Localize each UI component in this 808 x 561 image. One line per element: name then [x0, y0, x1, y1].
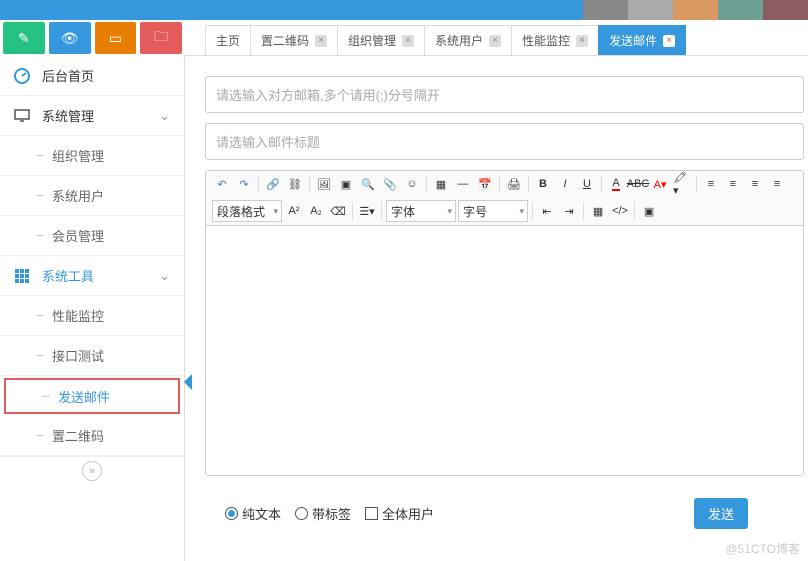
indent-icon[interactable]: ⇤ — [537, 201, 557, 221]
theme-swatch[interactable] — [673, 0, 718, 20]
chevron-right-icon: » — [82, 461, 102, 481]
book-icon: ▭ — [107, 30, 123, 46]
list-ol-icon[interactable]: ☰▾ — [357, 201, 377, 221]
emoji-icon[interactable]: ☺ — [402, 174, 422, 194]
fontcolor-icon[interactable]: A — [606, 174, 626, 194]
close-icon[interactable]: × — [315, 35, 327, 47]
fontsize-select[interactable]: 字号 — [458, 200, 528, 222]
radio-icon — [225, 507, 238, 520]
align-center-icon[interactable]: ≡ — [723, 174, 743, 194]
sidebar-item-sendmail[interactable]: 发送邮件 — [4, 378, 180, 414]
subject-input[interactable]: 请选输入邮件标题 — [205, 123, 804, 160]
table2-icon[interactable]: ▦ — [588, 201, 608, 221]
attach-icon[interactable]: 📎 — [380, 174, 400, 194]
checkbox-icon — [365, 507, 378, 520]
sidebar-item-apitest[interactable]: 接口测试 — [0, 336, 184, 376]
action-edit-button[interactable]: ✎ — [3, 22, 45, 54]
watermark: @51CTO博客 — [725, 540, 800, 557]
tab-users[interactable]: 系统用户× — [424, 25, 512, 55]
unlink-icon[interactable]: ⛓ — [285, 174, 305, 194]
strike-icon[interactable]: ABC — [628, 174, 648, 194]
radio-tag[interactable]: 带标签 — [295, 504, 351, 523]
video-icon[interactable]: ▣ — [336, 174, 356, 194]
tab-sendmail[interactable]: 发送邮件× — [598, 25, 686, 55]
sidebar-collapse-button[interactable]: » — [0, 456, 184, 484]
tab-org[interactable]: 组织管理× — [337, 25, 425, 55]
bold-icon[interactable]: B — [533, 174, 553, 194]
align-left-icon[interactable]: ≡ — [701, 174, 721, 194]
sidebar-label: 后台首页 — [42, 66, 94, 85]
sidebar-item-perf[interactable]: 性能监控 — [0, 296, 184, 336]
align-justify-icon[interactable]: ≡ — [767, 174, 787, 194]
chevron-down-icon: ⌄ — [159, 268, 170, 284]
close-icon[interactable]: × — [489, 35, 501, 47]
sidebar-label: 系统管理 — [42, 106, 94, 125]
underline-icon[interactable]: U — [577, 174, 597, 194]
monitor-icon — [14, 108, 30, 124]
bgcolor-icon[interactable]: 🖍▾ — [672, 174, 692, 194]
tab-perf[interactable]: 性能监控× — [511, 25, 599, 55]
tab-home[interactable]: 主页 — [205, 25, 251, 55]
clear-icon[interactable]: ⌫ — [328, 201, 348, 221]
sub-icon[interactable]: A₂ — [306, 201, 326, 221]
editor-toolbar: ↶ ↷ 🔗 ⛓ 🖼 ▣ 🔍 📎 ☺ ▦ — 📅 🖨 — [206, 171, 803, 226]
radio-icon — [295, 507, 308, 520]
hr-icon[interactable]: — — [453, 174, 473, 194]
date-icon[interactable]: 📅 — [475, 174, 495, 194]
eye-icon: 👁 — [62, 30, 78, 46]
checkbox-allusers[interactable]: 全体用户 — [365, 504, 434, 523]
rich-editor: ↶ ↷ 🔗 ⛓ 🖼 ▣ 🔍 📎 ☺ ▦ — 📅 🖨 — [205, 170, 804, 476]
align-right-icon[interactable]: ≡ — [745, 174, 765, 194]
table-icon[interactable]: ▦ — [431, 174, 451, 194]
template-icon[interactable]: ▣ — [639, 201, 659, 221]
dashboard-icon — [14, 68, 30, 84]
pencil-icon: ✎ — [16, 30, 32, 46]
theme-swatch[interactable] — [718, 0, 763, 20]
outdent-icon[interactable]: ⇥ — [559, 201, 579, 221]
sidebar-item-qrcode[interactable]: 置二维码 — [0, 416, 184, 456]
fontcolor2-icon[interactable]: A▾ — [650, 174, 670, 194]
font-select[interactable]: 字体 — [386, 200, 456, 222]
sidebar-item-sysmgmt[interactable]: 系统管理 ⌄ — [0, 96, 184, 136]
send-button[interactable]: 发送 — [694, 498, 748, 529]
undo-icon[interactable]: ↶ — [212, 174, 232, 194]
image-icon[interactable]: 🖼 — [314, 174, 334, 194]
sidebar-item-org[interactable]: 组织管理 — [0, 136, 184, 176]
chevron-down-icon: ⌄ — [159, 108, 170, 124]
action-book-button[interactable]: ▭ — [95, 22, 137, 54]
close-icon[interactable]: × — [663, 35, 675, 47]
sidebar-item-systools[interactable]: 系统工具 ⌄ — [0, 256, 184, 296]
sidebar-item-sysuser[interactable]: 系统用户 — [0, 176, 184, 216]
sup-icon[interactable]: A² — [284, 201, 304, 221]
action-folder-button[interactable]: 🗀 — [140, 22, 182, 54]
radio-plain[interactable]: 纯文本 — [225, 504, 281, 523]
sidebar: 后台首页 系统管理 ⌄ 组织管理 系统用户 会员管理 系统工具 ⌄ 性能监控 接… — [0, 56, 185, 561]
recipient-input[interactable]: 请选输入对方邮箱,多个请用(;)分号隔开 — [205, 76, 804, 113]
tab-bar: 主页 置二维码× 组织管理× 系统用户× 性能监控× 发送邮件× — [185, 20, 808, 56]
top-bar — [0, 0, 808, 20]
italic-icon[interactable]: I — [555, 174, 575, 194]
close-icon[interactable]: × — [402, 35, 414, 47]
close-icon[interactable]: × — [576, 35, 588, 47]
editor-body[interactable] — [206, 226, 803, 475]
theme-swatch[interactable] — [628, 0, 673, 20]
theme-swatch[interactable] — [583, 0, 628, 20]
active-indicator-icon — [184, 374, 192, 390]
redo-icon[interactable]: ↷ — [234, 174, 254, 194]
sidebar-item-home[interactable]: 后台首页 — [0, 56, 184, 96]
theme-swatch[interactable] — [763, 0, 808, 20]
search-icon[interactable]: 🔍 — [358, 174, 378, 194]
sidebar-label: 系统工具 — [42, 266, 94, 285]
tab-qrcode[interactable]: 置二维码× — [250, 25, 338, 55]
folder-icon: 🗀 — [153, 30, 169, 46]
sidebar-item-member[interactable]: 会员管理 — [0, 216, 184, 256]
grid-icon — [14, 268, 30, 284]
action-view-button[interactable]: 👁 — [49, 22, 91, 54]
print-icon[interactable]: 🖨 — [504, 174, 524, 194]
link-icon[interactable]: 🔗 — [263, 174, 283, 194]
format-select[interactable]: 段落格式 — [212, 200, 282, 222]
code-icon[interactable]: </> — [610, 201, 630, 221]
